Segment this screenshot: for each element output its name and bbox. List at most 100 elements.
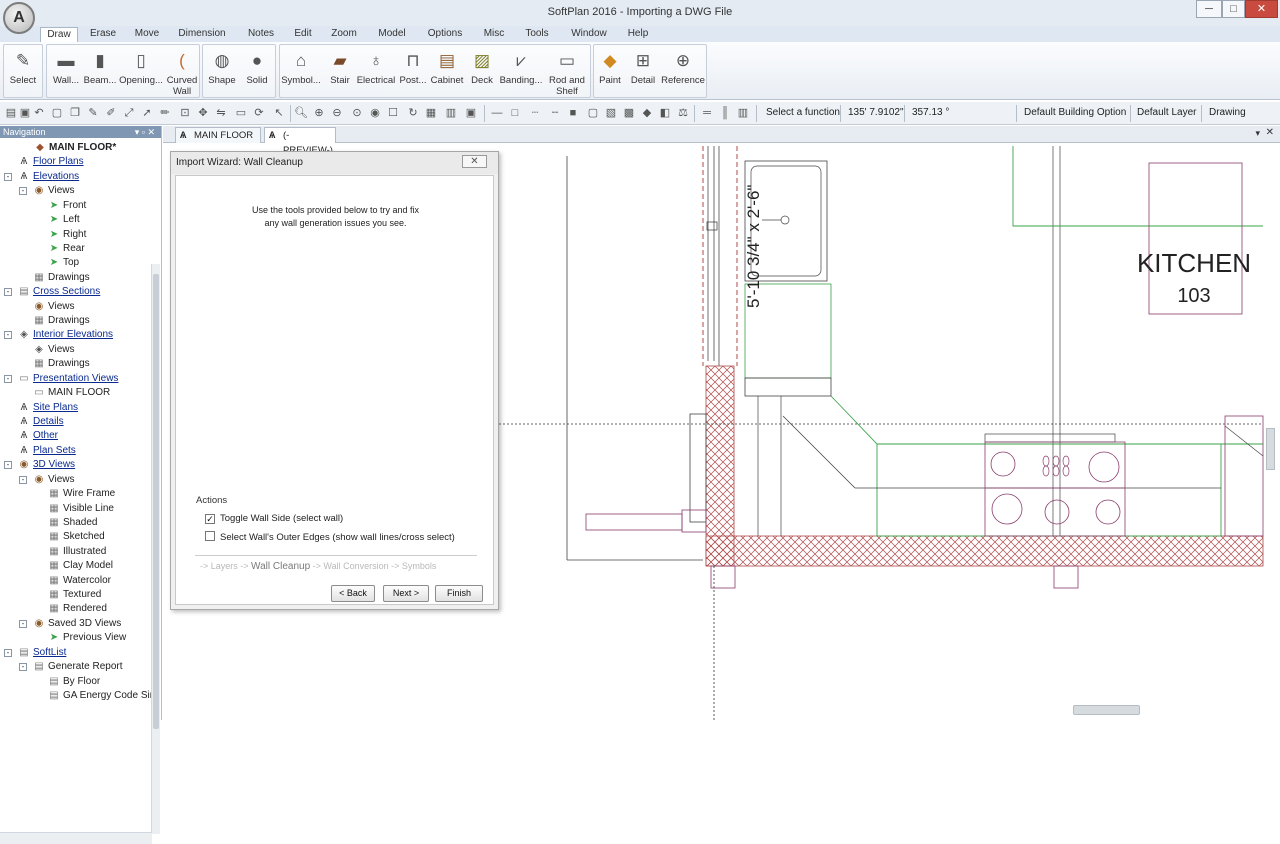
paint-button[interactable]: ◆ Paint — [594, 45, 626, 99]
redraw-icon[interactable]: ↻ — [406, 106, 420, 120]
print-icon[interactable]: ▤ — [4, 106, 18, 120]
line-style-icon[interactable]: ― — [490, 106, 504, 120]
fill-icon[interactable]: ■ — [566, 106, 580, 120]
brush-icon[interactable]: ✐ — [104, 106, 118, 120]
menu-move[interactable]: Move — [130, 27, 164, 42]
wall-button[interactable]: ▬ Wall... — [47, 45, 85, 99]
stretch-icon[interactable]: ⤢ — [122, 106, 136, 120]
copy-icon[interactable]: ❐ — [68, 106, 82, 120]
panel-controls-icon[interactable]: ▾ ▫ ✕ — [135, 126, 155, 138]
detail-button[interactable]: ⊞ Detail — [626, 45, 660, 99]
toggle-wall-side-option[interactable]: ✓ Toggle Wall Side (select wall) — [205, 512, 343, 526]
frame-icon[interactable]: ▢ — [586, 106, 600, 120]
menu-help[interactable]: Help — [624, 27, 652, 42]
zoom-icon[interactable]: 🔍︎ — [294, 106, 308, 120]
select-button[interactable]: ✎ Select — [4, 45, 42, 99]
minimize-button[interactable]: ─ — [1196, 0, 1222, 18]
toggle-wall-side-checkbox[interactable]: ✓ — [205, 514, 215, 524]
navigation-hscrollbar[interactable] — [0, 832, 152, 844]
menu-tools[interactable]: Tools — [521, 27, 553, 42]
edit-icon[interactable]: ✏ — [158, 106, 172, 120]
dash-line-icon[interactable]: ╌ — [548, 106, 562, 120]
cabinet-button[interactable]: ▤ Cabinet — [428, 45, 466, 99]
post-button[interactable]: ⊓ Post... — [396, 45, 430, 99]
rotate-icon[interactable]: ⟳ — [252, 106, 266, 120]
pan-icon[interactable]: ☐ — [386, 106, 400, 120]
layer-icon[interactable]: ▭ — [234, 106, 248, 120]
tab-list-chevron-icon[interactable]: ▾ — [1255, 128, 1260, 139]
layer-selector[interactable]: Default Layer — [1137, 107, 1196, 118]
collapse-toggle-icon[interactable]: - — [4, 172, 12, 181]
navigation-scrollbar[interactable] — [151, 264, 160, 834]
lock-icon[interactable]: ▢ — [50, 106, 64, 120]
vertical-scrollbar[interactable] — [1266, 428, 1275, 470]
finish-button[interactable]: Finish — [435, 585, 483, 602]
zoom-window-icon[interactable]: ⊙ — [350, 106, 364, 120]
mode-selector[interactable]: Drawing — [1209, 107, 1246, 118]
screen-icon[interactable]: ▣ — [464, 106, 478, 120]
tile-icon[interactable]: ◧ — [658, 106, 672, 120]
symbol-button[interactable]: ⌂ Symbol... — [280, 45, 322, 99]
collapse-toggle-icon[interactable]: - — [4, 461, 12, 470]
zoom-out-icon[interactable]: ⊖ — [330, 106, 344, 120]
opening-button[interactable]: ▯ Opening... — [119, 45, 163, 99]
menu-edit[interactable]: Edit — [290, 27, 316, 42]
scale-icon[interactable]: ⚖︎ — [676, 106, 690, 120]
zoom-in-icon[interactable]: ⊕ — [312, 106, 326, 120]
collapse-toggle-icon[interactable]: - — [19, 619, 27, 628]
banding-button[interactable]: ⩗ Banding... — [498, 45, 544, 99]
solid-button[interactable]: ● Solid — [238, 45, 276, 99]
collapse-toggle-icon[interactable]: - — [4, 374, 12, 383]
beam-button[interactable]: ▮ Beam... — [81, 45, 119, 99]
scroll-thumb[interactable] — [153, 274, 159, 729]
save-icon[interactable]: ▣ — [18, 106, 32, 120]
menu-zoom[interactable]: Zoom — [328, 27, 360, 42]
shape-button[interactable]: ◍ Shape — [203, 45, 241, 99]
building-option-selector[interactable]: Default Building Option — [1024, 107, 1126, 118]
maximize-button[interactable]: □ — [1222, 0, 1245, 18]
hatch-icon[interactable]: ▧ — [604, 106, 618, 120]
diamond-icon[interactable]: ◆ — [640, 106, 654, 120]
arrow-icon[interactable]: ➚ — [140, 106, 154, 120]
deck-button[interactable]: ▨ Deck — [464, 45, 500, 99]
select-outer-edges-checkbox[interactable] — [205, 531, 215, 541]
horizontal-scrollbar[interactable] — [1073, 705, 1140, 715]
mirror-icon[interactable]: ⇋ — [214, 106, 228, 120]
menu-model[interactable]: Model — [374, 27, 410, 42]
menu-options[interactable]: Options — [424, 27, 466, 42]
collapse-toggle-icon[interactable]: - — [4, 288, 12, 297]
collapse-toggle-icon[interactable]: - — [4, 331, 12, 340]
select-outer-edges-option[interactable]: Select Wall's Outer Edges (show wall lin… — [205, 531, 455, 545]
ruler-icon[interactable]: ═ — [700, 106, 714, 120]
dotted-line-icon[interactable]: ┈ — [528, 106, 542, 120]
snap-icon[interactable]: ⊡ — [178, 106, 192, 120]
tab-preview[interactable]: Ѧ (-PREVIEW-) — [264, 127, 336, 156]
curved-wall-button[interactable]: ( Curved Wall — [163, 45, 201, 99]
menu-notes[interactable]: Notes — [244, 27, 278, 42]
pattern-icon[interactable]: ▩ — [622, 106, 636, 120]
menu-misc[interactable]: Misc — [480, 27, 508, 42]
collapse-toggle-icon[interactable]: - — [19, 663, 27, 672]
back-button[interactable]: < Back — [331, 585, 375, 602]
softplan-logo-icon[interactable]: A — [3, 2, 35, 34]
menu-dimension[interactable]: Dimension — [176, 27, 228, 42]
stair-button[interactable]: ▰ Stair — [322, 45, 358, 99]
grid-icon[interactable]: ▦ — [424, 106, 438, 120]
cursor-icon[interactable]: ↖ — [272, 106, 286, 120]
pencil-tool-icon[interactable]: ✎ — [86, 106, 100, 120]
zoom-fit-icon[interactable]: ◉ — [368, 106, 382, 120]
collapse-toggle-icon[interactable]: - — [4, 648, 12, 657]
collapse-toggle-icon[interactable]: - — [19, 187, 27, 196]
rod-and-shelf-button[interactable]: ▭ Rod and Shelf — [544, 45, 590, 99]
menu-erase[interactable]: Erase — [86, 27, 120, 42]
move-icon[interactable]: ✥ — [196, 106, 210, 120]
electrical-button[interactable]: ♁ Electrical — [356, 45, 396, 99]
next-button[interactable]: Next > — [383, 585, 429, 602]
collapse-toggle-icon[interactable]: - — [19, 475, 27, 484]
bars-icon[interactable]: ▥ — [736, 106, 750, 120]
ruler-vertical-icon[interactable]: ║ — [718, 106, 732, 120]
reference-button[interactable]: ⊕ Reference — [660, 45, 706, 99]
layers-toggle-icon[interactable]: ▥ — [444, 106, 458, 120]
close-button[interactable]: ✕ — [1245, 0, 1278, 18]
tab-main-floor[interactable]: Ѧ MAIN FLOOR — [175, 127, 261, 143]
